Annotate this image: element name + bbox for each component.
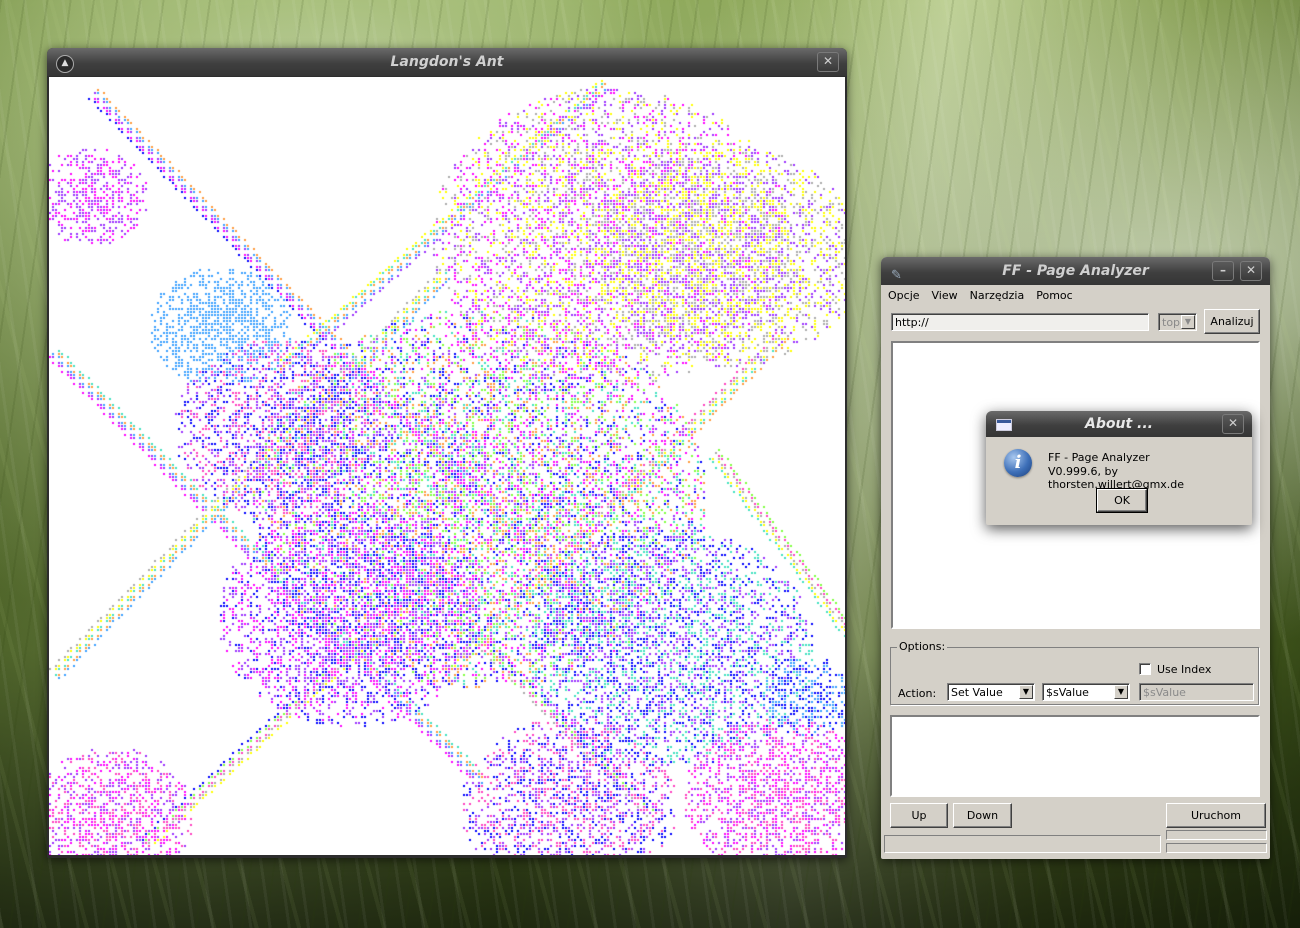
- menu-opcje[interactable]: Opcje: [882, 285, 926, 307]
- menu-view[interactable]: View: [926, 285, 964, 307]
- minimize-icon[interactable]: –: [1212, 261, 1234, 281]
- progress-bar-bottom: [1166, 843, 1267, 853]
- use-index-checkbox[interactable]: [1139, 663, 1151, 675]
- chevron-down-icon[interactable]: ▼: [1019, 685, 1033, 699]
- status-bar: [884, 835, 1161, 853]
- about-title-bar[interactable]: About ... ✕: [986, 411, 1252, 437]
- ok-button[interactable]: OK: [1096, 488, 1148, 513]
- info-icon: i: [1004, 449, 1032, 477]
- ant-title-bar[interactable]: ▲ Langdon's Ant ✕: [47, 48, 847, 76]
- ant-window-title: Langdon's Ant: [390, 54, 504, 70]
- script-output-pane[interactable]: [890, 715, 1260, 797]
- value-input[interactable]: $sValue: [1139, 683, 1254, 701]
- langdons-ant-window: ▲ Langdon's Ant ✕: [47, 48, 847, 858]
- run-button[interactable]: Uruchom: [1166, 803, 1266, 828]
- page-analyzer-window: ✎ FF - Page Analyzer – ✕ Opcje View Narzęd…: [881, 257, 1270, 859]
- use-index-label: Use Index: [1157, 663, 1212, 676]
- value-select-value: $sValue: [1046, 686, 1089, 699]
- frame-select-value: top: [1162, 316, 1181, 329]
- close-icon[interactable]: ✕: [1240, 261, 1262, 281]
- down-button[interactable]: Down: [953, 803, 1012, 828]
- options-group: Options: Use Index Action: Set Value ▼ $…: [890, 640, 1259, 705]
- menu-bar: Opcje View Narzędzia Pomoc: [881, 285, 1270, 307]
- url-input[interactable]: http://: [891, 313, 1149, 331]
- analyze-button[interactable]: Analizuj: [1204, 309, 1260, 334]
- menu-pomoc[interactable]: Pomoc: [1030, 285, 1078, 307]
- progress-bar-top: [1166, 830, 1267, 840]
- about-dialog: About ... ✕ i FF - Page Analyzer V0.999.…: [986, 411, 1252, 525]
- close-icon[interactable]: ✕: [1222, 414, 1244, 434]
- analyzer-window-title: FF - Page Analyzer: [1002, 263, 1149, 279]
- value-select[interactable]: $sValue ▼: [1042, 683, 1130, 701]
- up-button[interactable]: Up: [890, 803, 948, 828]
- about-title: About ...: [1085, 416, 1153, 432]
- app-logo-icon[interactable]: ▲: [56, 55, 74, 73]
- window-icon: [996, 419, 1012, 431]
- menu-narzedzia[interactable]: Narzędzia: [964, 285, 1031, 307]
- analyzer-title-bar[interactable]: ✎ FF - Page Analyzer – ✕: [881, 257, 1270, 285]
- action-select-value: Set Value: [951, 686, 1003, 699]
- action-label: Action:: [898, 687, 937, 700]
- about-version: V0.999.6, by thorsten.willert@gmx.de: [1048, 465, 1185, 491]
- action-select[interactable]: Set Value ▼: [947, 683, 1035, 701]
- options-label: Options:: [897, 640, 948, 653]
- close-icon[interactable]: ✕: [817, 52, 839, 72]
- ant-simulation-canvas[interactable]: [49, 77, 845, 855]
- frame-select[interactable]: top ▼: [1158, 313, 1197, 331]
- chevron-down-icon[interactable]: ▼: [1181, 315, 1195, 329]
- chevron-down-icon[interactable]: ▼: [1114, 685, 1128, 699]
- about-app-name: FF - Page Analyzer: [1048, 451, 1150, 464]
